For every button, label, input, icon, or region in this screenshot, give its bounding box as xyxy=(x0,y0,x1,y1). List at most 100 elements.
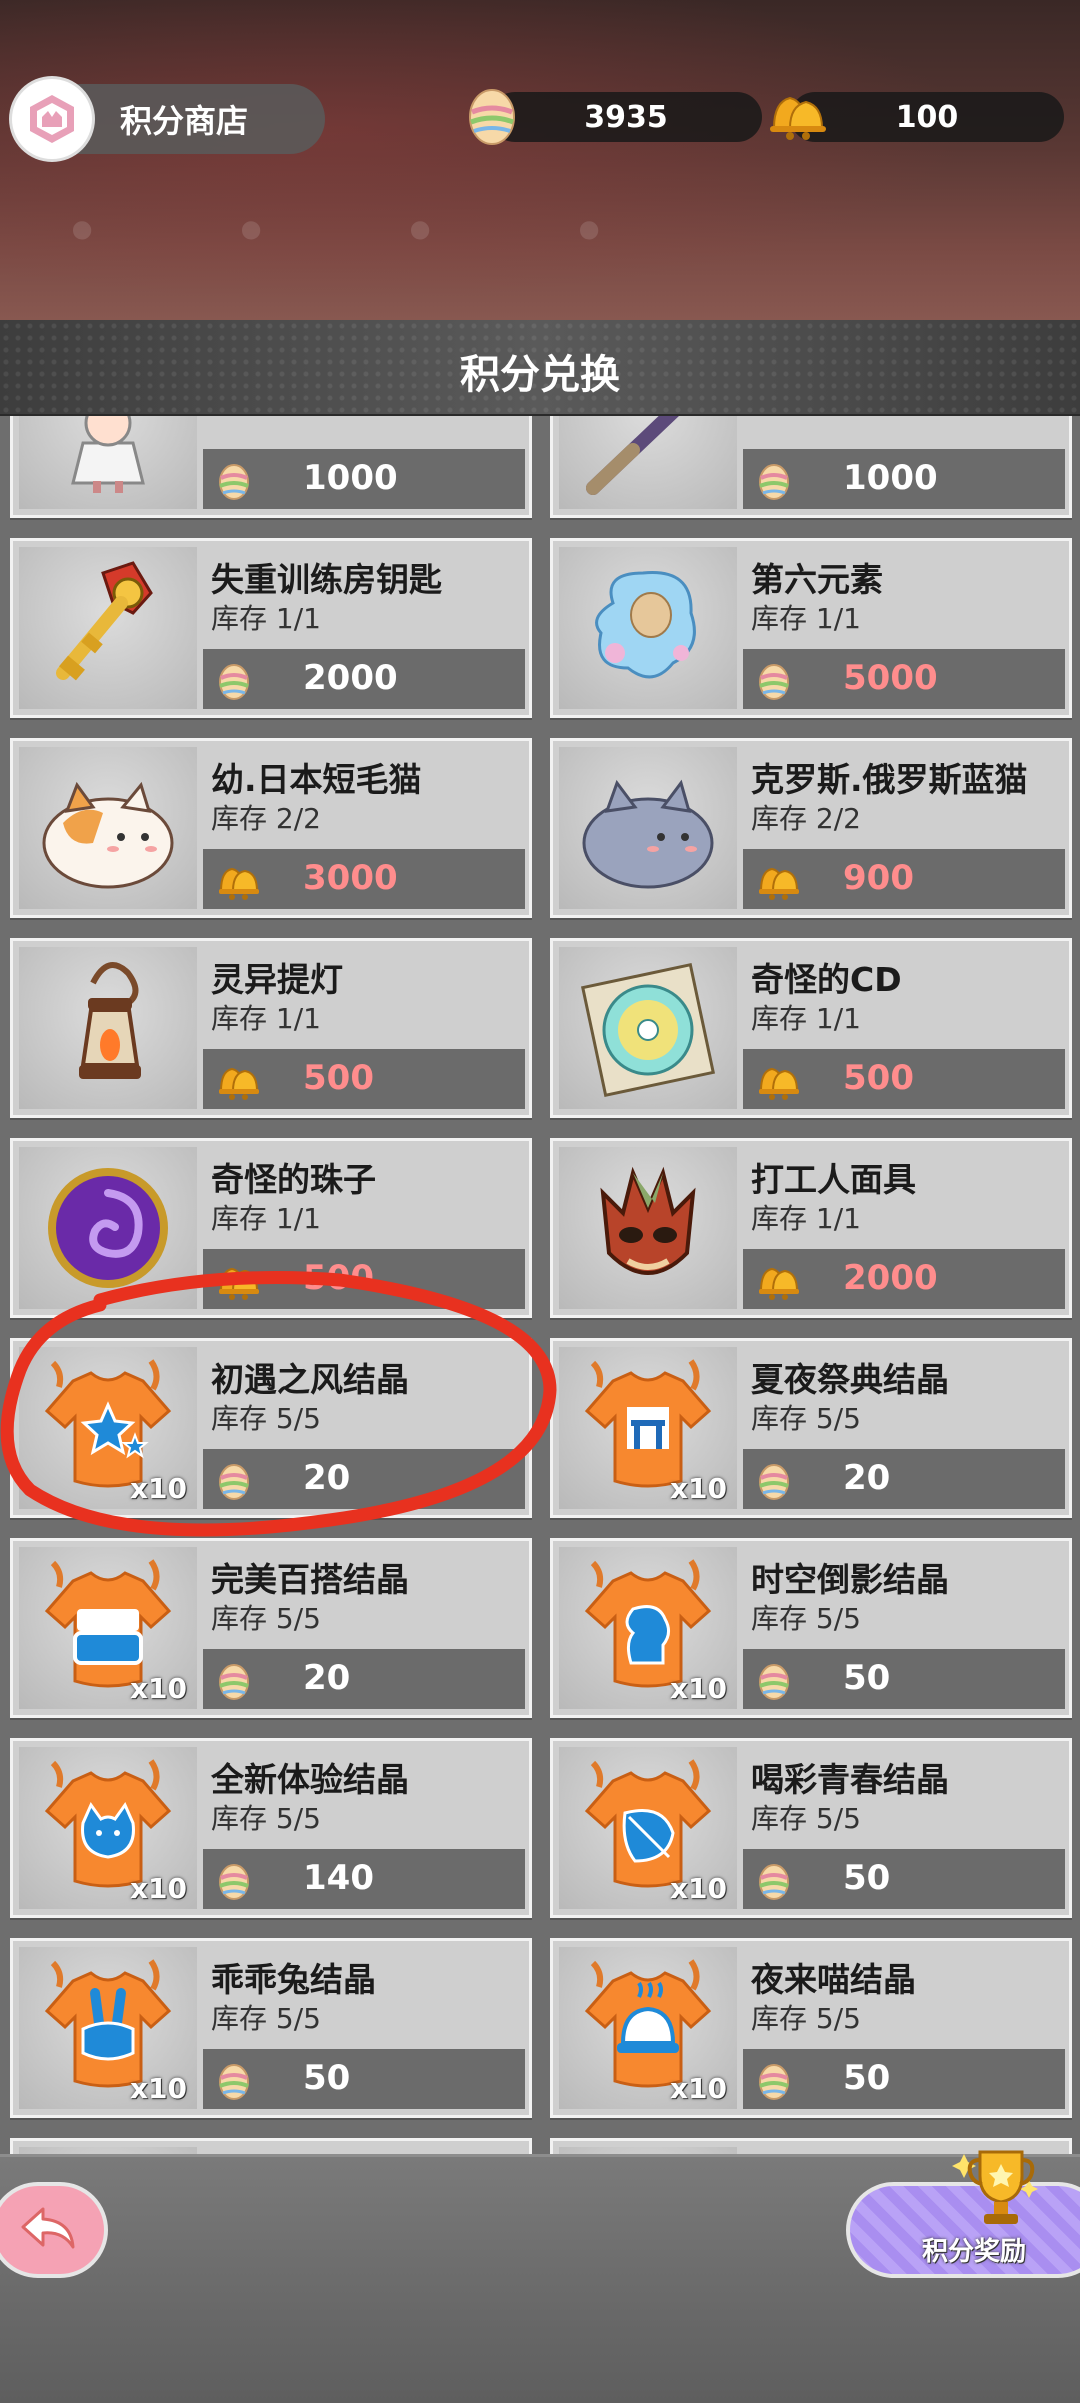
item-stock: 库存 1/1 xyxy=(211,1202,321,1235)
item-name: 完美百搭结晶 xyxy=(211,1560,409,1599)
points-reward-button[interactable]: 积分奖励 xyxy=(846,2150,1080,2278)
mask-icon xyxy=(559,1147,737,1309)
cat-face-shirt-icon: x10 xyxy=(19,1747,197,1909)
price-bar[interactable]: 5000 xyxy=(743,649,1065,709)
item-list[interactable]: 1000 1000 失重训练房钥匙 库存 1/1 2000 第六元素 库存 1/1 5000 幼… xyxy=(0,416,1080,2154)
quantity-badge: x10 xyxy=(669,1872,727,1905)
bubble-icon xyxy=(559,547,737,709)
item-name: 乖乖兔结晶 xyxy=(211,1960,376,1999)
shirt-icon xyxy=(559,2147,737,2154)
shop-item-card[interactable]: x10 初遇之风结晶 库存 5/5 20 xyxy=(10,1338,532,1518)
item-price: 1000 xyxy=(303,458,398,498)
item-name: 奇怪的珠子 xyxy=(211,1160,376,1199)
item-name: 初遇之风结晶 xyxy=(211,1360,409,1399)
doll-icon xyxy=(19,416,197,509)
section-header: 积分兑换 xyxy=(0,320,1080,416)
price-bar[interactable]: 900 xyxy=(743,849,1065,909)
item-stock: 库存 5/5 xyxy=(751,1802,861,1835)
item-price: 3000 xyxy=(303,858,398,898)
price-bar[interactable]: 1000 xyxy=(743,449,1065,509)
item-name: 喝彩青春结晶 xyxy=(751,1760,949,1799)
bells-counter: 100 xyxy=(770,92,1064,142)
shop-item-card[interactable]: 奇怪的CD 库存 1/1 500 xyxy=(550,938,1072,1118)
shop-item-card[interactable]: 打工人面具 库存 1/1 2000 xyxy=(550,1138,1072,1318)
shop-item-card[interactable]: 第六元素 库存 1/1 5000 xyxy=(550,538,1072,718)
shirt-icon xyxy=(19,2147,197,2154)
item-name: 灵异提灯 xyxy=(211,960,343,999)
section-title: 积分兑换 xyxy=(460,352,620,398)
banner-background-art: · · · · xyxy=(60,150,652,313)
shop-item-card[interactable]: 奇怪的珠子 库存 1/1 500 xyxy=(10,1138,532,1318)
price-bar[interactable]: 50 xyxy=(203,2049,525,2109)
reward-label: 积分奖励 xyxy=(922,2237,1027,2267)
shop-item-card[interactable]: 克罗斯.俄罗斯蓝猫 库存 2/2 900 xyxy=(550,738,1072,918)
item-price: 140 xyxy=(303,1858,374,1898)
star-shirt-icon: x10 xyxy=(19,1347,197,1509)
price-bar[interactable]: 500 xyxy=(203,1049,525,1109)
shop-item-card[interactable]: x10 夏夜祭典结晶 库存 5/5 20 xyxy=(550,1338,1072,1518)
item-price: 20 xyxy=(303,1658,351,1698)
item-price: 500 xyxy=(303,1058,374,1098)
item-stock: 库存 5/5 xyxy=(211,1402,321,1435)
shop-item-card[interactable]: x10 完美百搭结晶 库存 5/5 20 xyxy=(10,1538,532,1718)
shop-item-card[interactable]: x10 乖乖兔结晶 库存 5/5 50 xyxy=(10,1938,532,2118)
back-button[interactable] xyxy=(0,2182,108,2278)
price-bar[interactable]: 3000 xyxy=(203,849,525,909)
shop-item-card[interactable]: x10 时空倒影结晶 库存 5/5 50 xyxy=(550,1538,1072,1718)
quantity-badge: x10 xyxy=(669,1672,727,1705)
shop-banner: · · · · xyxy=(0,0,1080,330)
price-bar[interactable]: 50 xyxy=(743,1649,1065,1709)
shop-title-bar: 积分商店 xyxy=(10,79,325,159)
profile-shirt-icon: x10 xyxy=(559,1547,737,1709)
orange-cat-icon xyxy=(19,747,197,909)
blue-cat-icon xyxy=(559,747,737,909)
item-stock: 库存 2/2 xyxy=(751,802,861,835)
price-bar[interactable]: 20 xyxy=(203,1449,525,1509)
shop-item-card[interactable]: x10 全新体验结晶 库存 5/5 140 xyxy=(10,1738,532,1918)
item-price: 50 xyxy=(843,1858,891,1898)
shop-item-card[interactable]: 失重训练房钥匙 库存 1/1 2000 xyxy=(10,538,532,718)
item-name: 克罗斯.俄罗斯蓝猫 xyxy=(751,760,1028,799)
shop-item-card[interactable]: x10 喝彩青春结晶 库存 5/5 50 xyxy=(550,1738,1072,1918)
price-bar[interactable]: 500 xyxy=(743,1049,1065,1109)
shop-item-card[interactable]: x10 夜来喵结晶 库存 5/5 50 xyxy=(550,1938,1072,2118)
quantity-badge: x10 xyxy=(669,1472,727,1505)
item-price: 1000 xyxy=(843,458,938,498)
shop-item-card[interactable]: 幼.日本短毛猫 库存 2/2 3000 xyxy=(10,738,532,918)
shop-item-card[interactable] xyxy=(10,2138,532,2154)
price-bar[interactable]: 50 xyxy=(743,2049,1065,2109)
price-bar[interactable]: 50 xyxy=(743,1849,1065,1909)
item-stock: 库存 5/5 xyxy=(211,1602,321,1635)
item-stock: 库存 5/5 xyxy=(751,1402,861,1435)
price-bar[interactable]: 2000 xyxy=(203,649,525,709)
item-stock: 库存 1/1 xyxy=(751,602,861,635)
shop-item-card[interactable]: 1000 xyxy=(10,416,532,518)
item-name: 全新体验结晶 xyxy=(211,1760,409,1799)
quantity-badge: x10 xyxy=(129,1472,187,1505)
quantity-badge: x10 xyxy=(129,1872,187,1905)
leaf-shirt-icon: x10 xyxy=(559,1747,737,1909)
points-counter: 3935 xyxy=(469,89,762,145)
price-bar[interactable]: 140 xyxy=(203,1849,525,1909)
item-price: 20 xyxy=(303,1458,351,1498)
text-shirt-icon: x10 xyxy=(19,1547,197,1709)
price-bar[interactable]: 2000 xyxy=(743,1249,1065,1309)
item-stock: 库存 1/1 xyxy=(751,1002,861,1035)
item-name: 夜来喵结晶 xyxy=(751,1960,916,1999)
price-bar[interactable]: 1000 xyxy=(203,449,525,509)
item-name: 奇怪的CD xyxy=(751,960,902,999)
price-bar[interactable]: 20 xyxy=(203,1649,525,1709)
bunny-shirt-icon: x10 xyxy=(19,1947,197,2109)
orb-icon xyxy=(19,1147,197,1309)
quantity-badge: x10 xyxy=(669,2072,727,2105)
shop-item-card[interactable]: 灵异提灯 库存 1/1 500 xyxy=(10,938,532,1118)
price-bar[interactable]: 500 xyxy=(203,1249,525,1309)
price-bar[interactable]: 20 xyxy=(743,1449,1065,1509)
item-price: 500 xyxy=(843,1058,914,1098)
item-stock: 库存 5/5 xyxy=(751,2002,861,2035)
item-price: 50 xyxy=(843,1658,891,1698)
item-price: 500 xyxy=(303,1258,374,1298)
back-arrow-icon xyxy=(19,2203,79,2257)
shop-item-card[interactable]: 1000 xyxy=(550,416,1072,518)
shop-logo-icon xyxy=(12,79,92,159)
